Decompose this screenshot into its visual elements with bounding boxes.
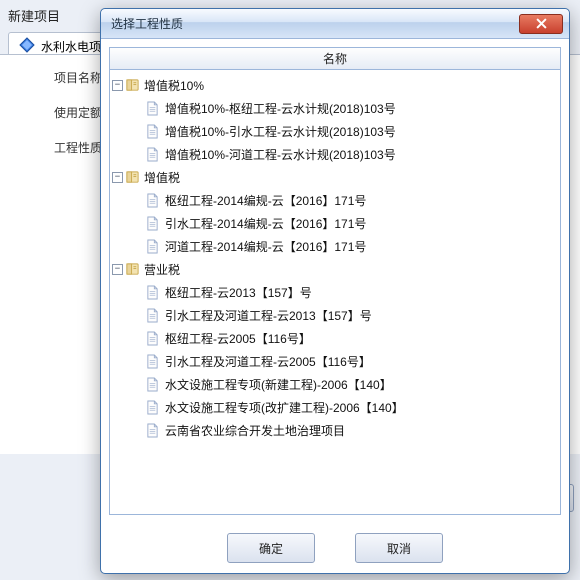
tree-item[interactable]: 枢纽工程-云2013【157】号 [128, 281, 558, 304]
document-icon [146, 285, 159, 300]
dialog-title: 选择工程性质 [107, 15, 519, 32]
collapse-toggle[interactable]: − [112, 172, 123, 183]
document-icon [146, 377, 159, 392]
column-header-name[interactable]: 名称 [110, 48, 560, 70]
item-label: 水文设施工程专项(新建工程)-2006【140】 [163, 376, 392, 393]
document-icon [146, 101, 159, 116]
book-icon [125, 262, 140, 277]
document-icon [146, 400, 159, 415]
item-label: 增值税10%-引水工程-云水计规(2018)103号 [163, 123, 396, 140]
tree-group-row[interactable]: − 增值税 [112, 166, 558, 189]
tree-item[interactable]: 增值税10%-枢纽工程-云水计规(2018)103号 [128, 97, 558, 120]
tree-item[interactable]: 水文设施工程专项(改扩建工程)-2006【140】 [128, 396, 558, 419]
cancel-button[interactable]: 取消 [355, 533, 443, 563]
document-icon [146, 308, 159, 323]
tree-children: 增值税10%-枢纽工程-云水计规(2018)103号增值税10%-引水工程-云水… [112, 97, 558, 166]
item-label: 河道工程-2014编规-云【2016】171号 [163, 238, 366, 255]
select-nature-dialog: 选择工程性质 名称 − 增值税10% 增值税10%-枢纽工程-云水计规(2018)1… [100, 8, 570, 574]
item-label: 增值税10%-枢纽工程-云水计规(2018)103号 [163, 100, 396, 117]
collapse-toggle[interactable]: − [112, 80, 123, 91]
label-project-name: 项目名称 [54, 69, 102, 86]
item-label: 云南省农业综合开发土地治理项目 [163, 422, 345, 439]
document-icon [146, 354, 159, 369]
item-label: 枢纽工程-云2005【116号】 [163, 330, 311, 347]
dialog-body: 名称 − 增值税10% 增值税10%-枢纽工程-云水计规(2018)103号增值税1… [101, 39, 569, 523]
tree-item[interactable]: 引水工程及河道工程-云2005【116号】 [128, 350, 558, 373]
tree-item[interactable]: 增值税10%-河道工程-云水计规(2018)103号 [128, 143, 558, 166]
tree-grid[interactable]: 名称 − 增值税10% 增值税10%-枢纽工程-云水计规(2018)103号增值税1… [109, 47, 561, 515]
document-icon [146, 423, 159, 438]
tree-item[interactable]: 增值税10%-引水工程-云水计规(2018)103号 [128, 120, 558, 143]
collapse-toggle[interactable]: − [112, 264, 123, 275]
tree-group: − 增值税10% 增值税10%-枢纽工程-云水计规(2018)103号增值税10%-… [112, 74, 558, 166]
item-label: 枢纽工程-云2013【157】号 [163, 284, 312, 301]
tree-group: − 增值税枢纽工程-2014编规-云【2016】171号引水工程-2014编规-云… [112, 166, 558, 258]
item-label: 引水工程及河道工程-云2005【116号】 [163, 353, 371, 370]
tree-item[interactable]: 引水工程-2014编规-云【2016】171号 [128, 212, 558, 235]
item-label: 增值税10%-河道工程-云水计规(2018)103号 [163, 146, 396, 163]
group-label: 增值税 [142, 169, 180, 186]
group-label: 营业税 [142, 261, 180, 278]
document-icon [146, 239, 159, 254]
tree-children: 枢纽工程-云2013【157】号引水工程及河道工程-云2013【157】号枢纽工… [112, 281, 558, 442]
tree-item[interactable]: 河道工程-2014编规-云【2016】171号 [128, 235, 558, 258]
group-label: 增值税10% [142, 77, 204, 94]
document-icon [146, 331, 159, 346]
document-icon [146, 193, 159, 208]
item-label: 枢纽工程-2014编规-云【2016】171号 [163, 192, 366, 209]
close-button[interactable] [519, 14, 563, 34]
tree-item[interactable]: 枢纽工程-2014编规-云【2016】171号 [128, 189, 558, 212]
item-label: 水文设施工程专项(改扩建工程)-2006【140】 [163, 399, 404, 416]
label-nature: 工程性质 [54, 139, 102, 156]
bg-window-title: 新建项目 [8, 6, 60, 25]
tree-group-row[interactable]: − 增值税10% [112, 74, 558, 97]
item-label: 引水工程-2014编规-云【2016】171号 [163, 215, 366, 232]
tree-group: − 营业税枢纽工程-云2013【157】号引水工程及河道工程-云2013【157】… [112, 258, 558, 442]
tree-children: 枢纽工程-2014编规-云【2016】171号引水工程-2014编规-云【201… [112, 189, 558, 258]
label-quota: 使用定额 [54, 104, 102, 121]
tree-group-row[interactable]: − 营业税 [112, 258, 558, 281]
tree-item[interactable]: 云南省农业综合开发土地治理项目 [128, 419, 558, 442]
book-icon [125, 170, 140, 185]
close-icon [536, 18, 547, 29]
dialog-titlebar[interactable]: 选择工程性质 [101, 9, 569, 39]
document-icon [146, 216, 159, 231]
book-icon [125, 78, 140, 93]
item-label: 引水工程及河道工程-云2013【157】号 [163, 307, 372, 324]
tree-item[interactable]: 引水工程及河道工程-云2013【157】号 [128, 304, 558, 327]
tree-item[interactable]: 枢纽工程-云2005【116号】 [128, 327, 558, 350]
bg-form-labels: 项目名称 使用定额 工程性质 [54, 69, 102, 156]
nature-tree[interactable]: − 增值税10% 增值税10%-枢纽工程-云水计规(2018)103号增值税10%-… [110, 70, 560, 456]
tree-item[interactable]: 水文设施工程专项(新建工程)-2006【140】 [128, 373, 558, 396]
document-icon [146, 147, 159, 162]
ok-button[interactable]: 确定 [227, 533, 315, 563]
dialog-button-bar: 确定 取消 [101, 523, 569, 573]
document-icon [146, 124, 159, 139]
